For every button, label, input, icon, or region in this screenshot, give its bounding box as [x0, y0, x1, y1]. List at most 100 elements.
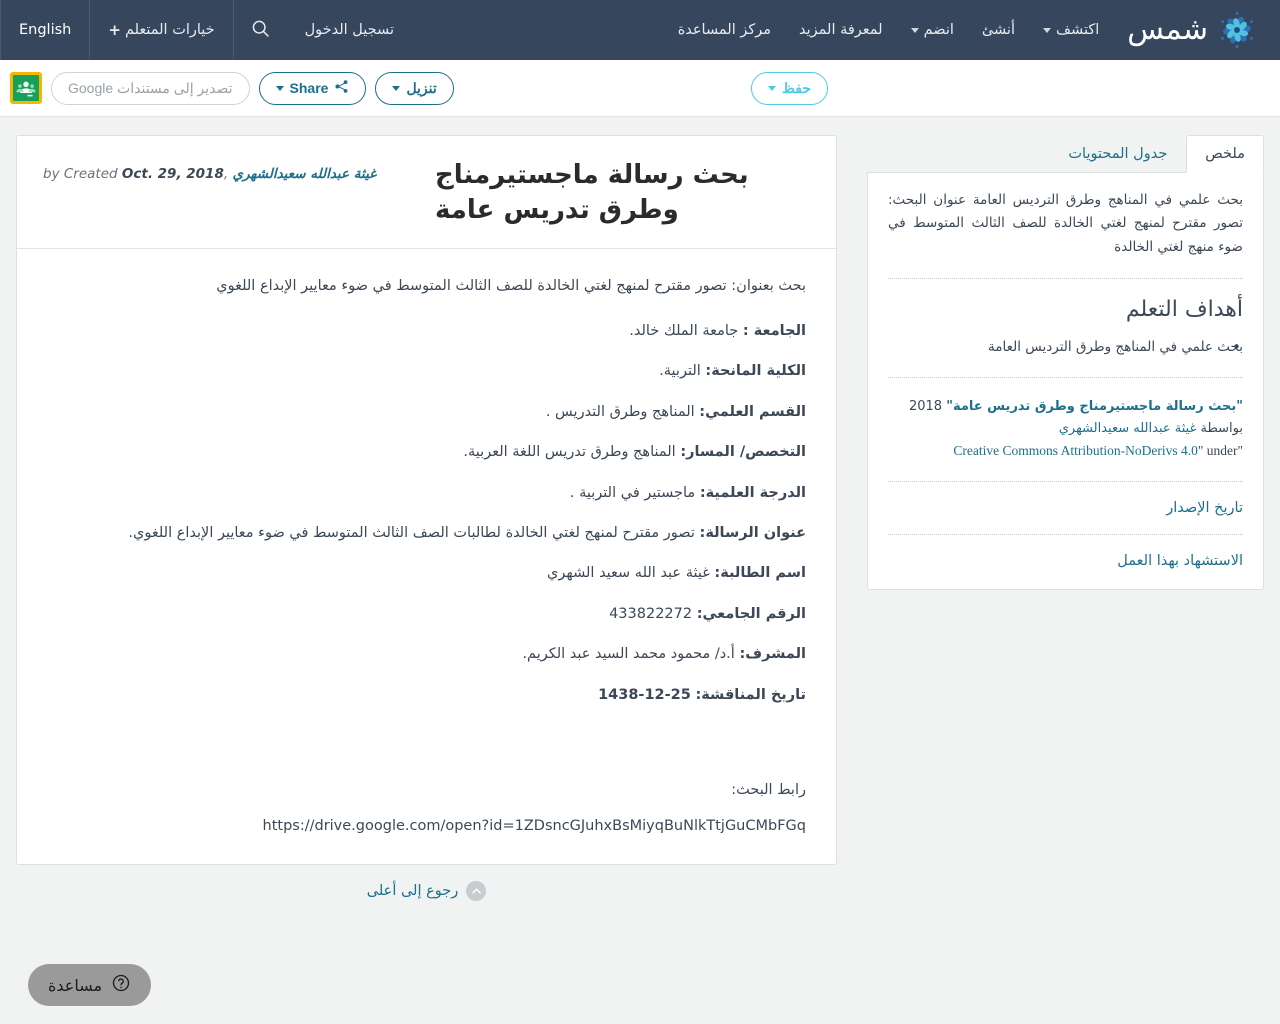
- nav-item-create-label: أنشئ: [981, 22, 1015, 38]
- main-content-column: بحث رسالة ماجستيرمناج وطرق تدريس عامة by…: [16, 135, 837, 902]
- help-button[interactable]: مساعدة: [28, 964, 152, 1006]
- nav-item-discover[interactable]: اكتشف: [1029, 0, 1113, 60]
- save-button[interactable]: حفظ: [750, 71, 828, 105]
- save-button-label: حفظ: [781, 79, 811, 96]
- list-item: بحث علمي في المناهج وطرق الترديس العامة: [888, 335, 1243, 360]
- learner-options-label: خيارات المتعلم: [124, 22, 215, 38]
- login-button[interactable]: تسجيل الدخول: [287, 0, 412, 60]
- document-header: بحث رسالة ماجستيرمناج وطرق تدريس عامة by…: [17, 136, 836, 250]
- download-button[interactable]: تنزيل: [375, 71, 454, 105]
- field-defense-date-label: تاريخ المناقشة:: [695, 686, 806, 703]
- research-link-label: رابط البحث:: [731, 782, 806, 799]
- nav-item-create[interactable]: أنشئ: [968, 0, 1029, 60]
- nav-item-help-center[interactable]: مركز المساعدة: [664, 0, 785, 60]
- field-student-name: اسم الطالبة: غيثة عبد الله سعيد الشهري: [47, 562, 806, 584]
- byline-author-link[interactable]: غيثة عبدالله سعيدالشهري: [232, 166, 376, 182]
- document-toolbar: حفظ تنزيل Share تصدير إلى مستندات Google: [0, 60, 1280, 117]
- field-student-name-label: اسم الطالبة:: [714, 565, 806, 582]
- cite-this-work-link[interactable]: الاستشهاد بهذا العمل: [888, 553, 1243, 569]
- toolbar-action-group: تنزيل Share تصدير إلى مستندات Google: [6, 71, 454, 105]
- secondary-nav-group: تسجيل الدخول خيارات المتعلم + English: [0, 0, 412, 60]
- chevron-down-icon: [275, 85, 284, 91]
- field-university-label: الجامعة :: [742, 322, 806, 339]
- learning-objectives-list: بحث علمي في المناهج وطرق الترديس العامة: [888, 335, 1243, 360]
- pinwheel-logo-icon: [1216, 9, 1258, 51]
- sidebar-tabs: ملخص جدول المحتويات: [867, 135, 1264, 173]
- field-degree: الدرجة العلمية: ماجستير في التربية .: [47, 482, 806, 504]
- back-to-top-label[interactable]: رجوع إلى أعلى: [367, 883, 458, 899]
- license-work-title: "بحث رسالة ماجستيرمناج وطرق تدريس عامة": [946, 398, 1243, 414]
- license-name-row: Creative Commons Attribution-NoDerivs 4.…: [888, 440, 1243, 463]
- byline-comma: ,: [223, 166, 229, 182]
- field-thesis-title-value: تصور مقترح لمنهج لغتي الخالدة لطالبات ال…: [128, 525, 695, 541]
- field-student-id-value: 433822272: [609, 605, 693, 622]
- field-student-id-label: الرقم الجامعي:: [696, 605, 806, 622]
- learning-objectives-title: أهداف التعلم: [1125, 296, 1243, 322]
- download-button-label: تنزيل: [406, 79, 437, 96]
- research-url[interactable]: https://drive.google.com/open?id=1ZDsncG…: [47, 818, 806, 834]
- tab-summary[interactable]: ملخص: [1186, 135, 1264, 173]
- document-card: بحث رسالة ماجستيرمناج وطرق تدريس عامة by…: [16, 135, 837, 866]
- license-quote-close: ": [1237, 442, 1243, 458]
- version-history-link[interactable]: تاريخ الإصدار: [888, 500, 1243, 516]
- field-college: الكلية المانحة: التربية.: [47, 360, 806, 382]
- field-degree-label: الدرجة العلمية:: [699, 484, 806, 501]
- help-button-label: مساعدة: [48, 975, 103, 995]
- byline-created-date: Oct. 29, 2018: [121, 166, 224, 182]
- field-specialization-value: المناهج وطرق تدريس اللغة العربية.: [463, 444, 676, 461]
- field-department: القسم العلمي: المناهج وطرق التدريس .: [47, 401, 806, 423]
- nav-item-help-center-label: مركز المساعدة: [677, 22, 772, 38]
- summary-text: بحث علمي في المناهج وطرق الترديس العامة …: [888, 191, 1243, 256]
- divider: [888, 277, 1243, 279]
- divider: [888, 376, 1243, 378]
- license-name-link[interactable]: Creative Commons Attribution-NoDerivs 4.…: [953, 443, 1197, 458]
- document-byline: by Created Oct. 29, 2018, غيثة عبدالله س…: [43, 158, 415, 182]
- search-button[interactable]: [232, 0, 287, 60]
- export-google-docs-label: تصدير إلى مستندات Google: [68, 79, 233, 96]
- learner-options-button[interactable]: خيارات المتعلم +: [89, 0, 232, 60]
- question-circle-icon: [111, 973, 131, 997]
- brand-logo[interactable]: شمس: [1113, 0, 1280, 60]
- field-degree-value: ماجستير في التربية .: [569, 484, 696, 501]
- search-icon: [250, 18, 271, 43]
- field-thesis-title: عنوان الرسالة: تصور مقترح لمنهج لغتي الخ…: [47, 522, 806, 544]
- brand-name: شمس: [1127, 12, 1208, 47]
- license-author-link[interactable]: غيثة عبدالله سعيدالشهري: [1059, 421, 1197, 436]
- google-classroom-glyph: [13, 75, 39, 101]
- share-icon: [334, 79, 349, 97]
- page-title: بحث رسالة ماجستيرمناج وطرق تدريس عامة: [435, 160, 749, 226]
- chevron-down-icon: [1043, 27, 1051, 33]
- login-label: تسجيل الدخول: [304, 22, 394, 38]
- chevron-down-icon: [910, 27, 919, 33]
- field-defense-date-value: 25-12-1438: [598, 686, 691, 703]
- field-university: الجامعة : جامعة الملك خالد.: [47, 320, 806, 342]
- license-quote-open: ": [1197, 442, 1204, 458]
- license-under-word: under: [1206, 442, 1238, 458]
- field-specialization: التخصص/ المسار: المناهج وطرق تدريس اللغة…: [47, 441, 806, 463]
- export-google-docs-button[interactable]: تصدير إلى مستندات Google: [51, 71, 250, 105]
- back-to-top[interactable]: رجوع إلى أعلى: [16, 881, 837, 902]
- field-thesis-title-label: عنوان الرسالة:: [699, 525, 806, 541]
- tab-table-of-contents[interactable]: جدول المحتويات: [1049, 135, 1186, 173]
- document-body: بحث بعنوان: تصور مقترح لمنهج لغتي الخالد…: [17, 249, 836, 864]
- primary-nav-links: اكتشف أنشئ انضم لمعرفة المزيد مركز المسا…: [664, 0, 1114, 60]
- field-defense-date: تاريخ المناقشة: 25-12-1438: [47, 684, 806, 706]
- byline-by-word: by: [43, 166, 60, 182]
- share-button[interactable]: Share: [258, 71, 367, 105]
- tab-table-of-contents-label: جدول المحتويات: [1068, 146, 1168, 162]
- google-classroom-icon[interactable]: [10, 72, 42, 104]
- divider: [888, 480, 1243, 482]
- nav-item-learn-more-label: لمعرفة المزيد: [799, 22, 883, 38]
- nav-item-learn-more[interactable]: لمعرفة المزيد: [785, 0, 897, 60]
- language-toggle-english[interactable]: English: [0, 0, 89, 60]
- field-department-value: المناهج وطرق التدريس .: [545, 403, 695, 420]
- field-student-name-value: غيثة عبد الله سعيد الشهري: [547, 565, 710, 582]
- chevron-up-circle-icon: [466, 881, 487, 902]
- sidebar-panel: بحث علمي في المناهج وطرق الترديس العامة …: [867, 171, 1264, 590]
- nav-item-join[interactable]: انضم: [897, 0, 968, 60]
- field-college-label: الكلية المانحة:: [705, 363, 806, 380]
- page-layout: ملخص جدول المحتويات بحث علمي في المناهج …: [0, 117, 1280, 947]
- divider: [888, 533, 1243, 535]
- language-label: English: [19, 22, 72, 38]
